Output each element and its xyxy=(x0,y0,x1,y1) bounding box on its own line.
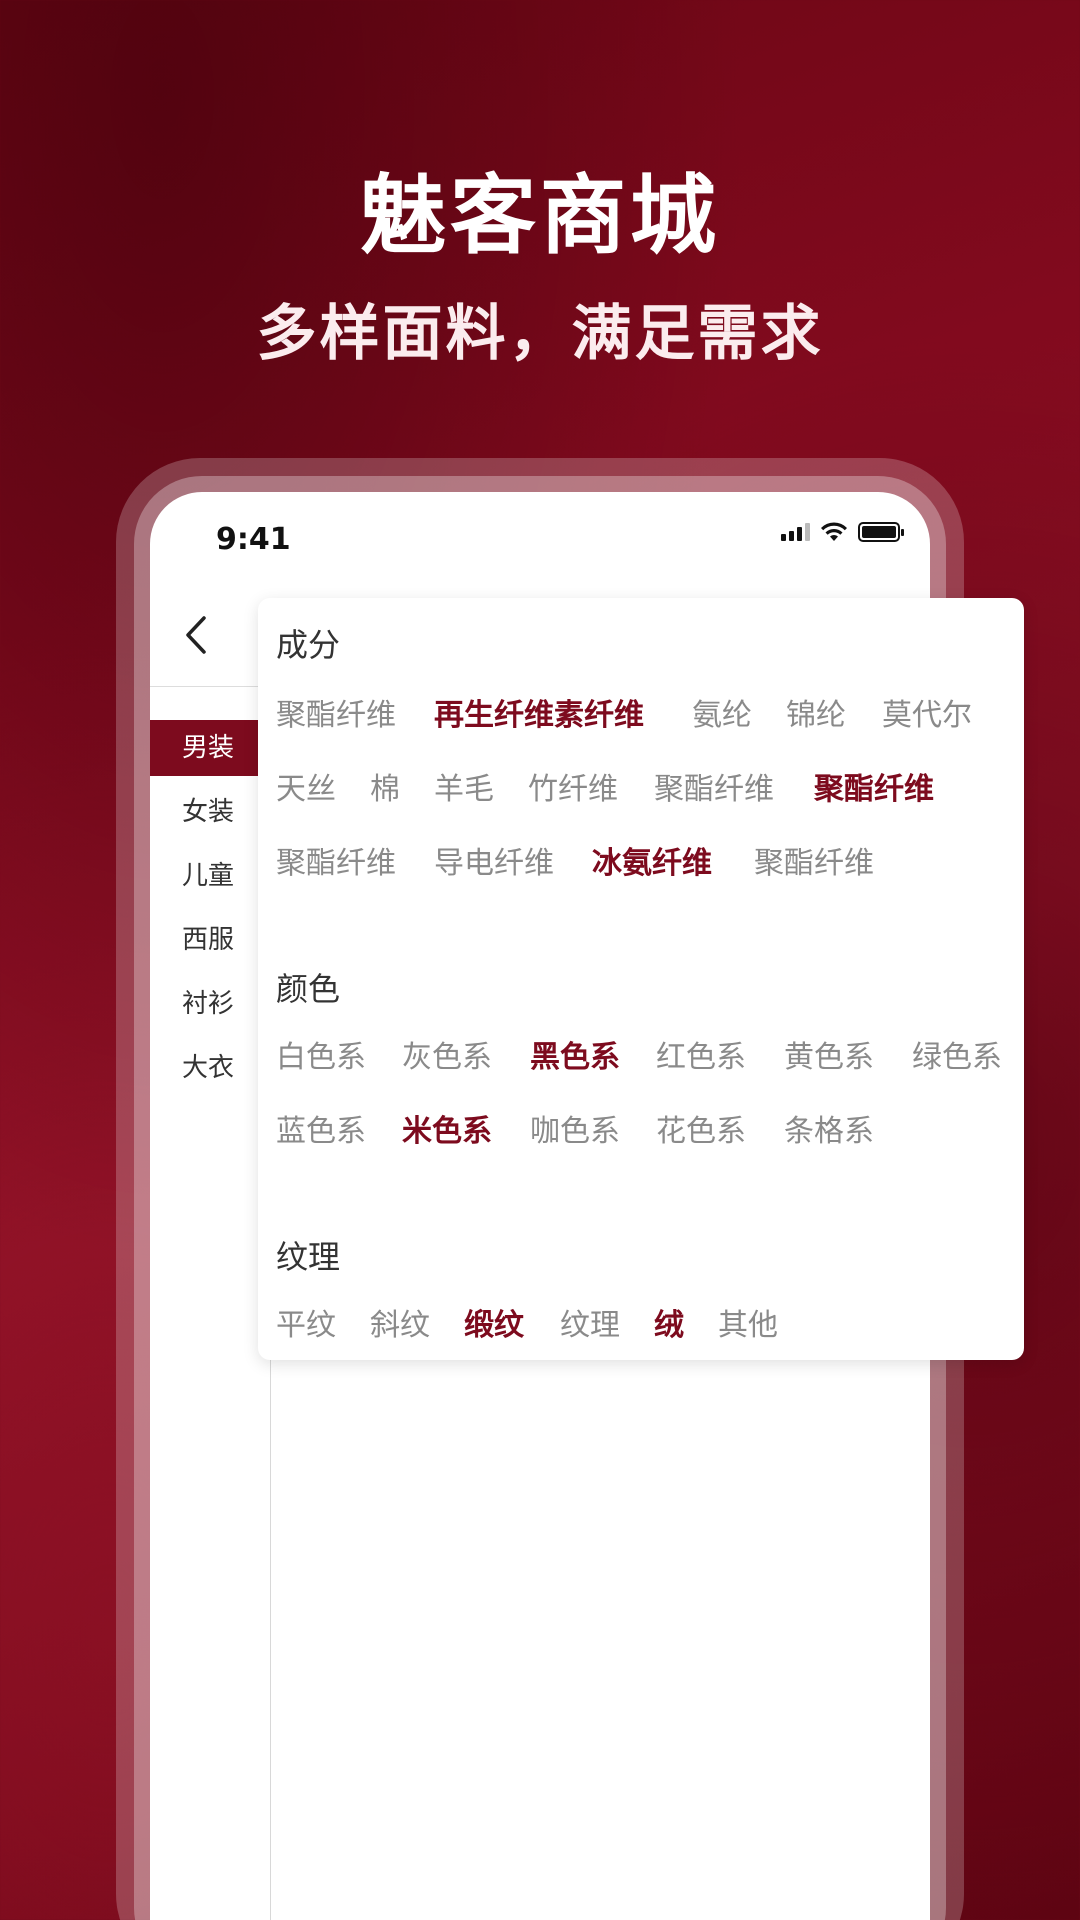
filter-tag[interactable]: 蓝色系 xyxy=(276,1106,366,1150)
filter-tag[interactable]: 咖色系 xyxy=(530,1106,620,1150)
section-title-color: 颜色 xyxy=(276,970,341,1008)
filter-tag[interactable]: 斜纹 xyxy=(370,1300,430,1344)
filter-tag[interactable]: 绒 xyxy=(654,1300,684,1344)
filter-tag[interactable]: 绿色系 xyxy=(912,1032,1002,1076)
filter-tag[interactable]: 棉 xyxy=(370,764,400,808)
sidebar-item-menswear[interactable]: 男装 xyxy=(150,720,258,776)
filter-tag[interactable]: 黑色系 xyxy=(530,1032,620,1076)
filter-tag[interactable]: 再生纤维素纤维 xyxy=(434,690,644,734)
sidebar-item-label: 衬衫 xyxy=(182,989,235,1019)
back-chevron-icon[interactable] xyxy=(178,610,218,660)
filter-tag[interactable]: 聚酯纤维 xyxy=(754,838,874,882)
filter-tag[interactable]: 黄色系 xyxy=(784,1032,874,1076)
filter-tag[interactable]: 聚酯纤维 xyxy=(276,838,396,882)
wifi-icon xyxy=(821,522,847,541)
content-divider xyxy=(270,1282,271,1920)
sidebar-item-label: 儿童 xyxy=(182,861,235,891)
battery-icon xyxy=(858,522,904,542)
filter-tag[interactable]: 其他 xyxy=(718,1300,778,1344)
filter-tag[interactable]: 米色系 xyxy=(402,1106,492,1150)
filter-tag[interactable]: 莫代尔 xyxy=(882,690,972,734)
filter-tag[interactable]: 锦纶 xyxy=(786,690,846,734)
category-sidebar: 男装 女装 儿童 西服 衬衫 大衣 xyxy=(150,720,258,1104)
sidebar-item-children[interactable]: 儿童 xyxy=(150,848,258,904)
filter-tag[interactable]: 缎纹 xyxy=(464,1300,524,1344)
sidebar-item-womenswear[interactable]: 女装 xyxy=(150,784,258,840)
sidebar-item-suits[interactable]: 西服 xyxy=(150,912,258,968)
sidebar-item-label: 男装 xyxy=(182,733,235,763)
filter-tag[interactable]: 冰氨纤维 xyxy=(592,838,712,882)
nav-divider xyxy=(150,686,270,687)
filter-tag[interactable]: 氨纶 xyxy=(692,690,752,734)
filter-tag[interactable]: 灰色系 xyxy=(402,1032,492,1076)
filter-tag[interactable]: 红色系 xyxy=(656,1032,746,1076)
headline-title: 魅客商城 xyxy=(360,166,720,266)
filter-tag[interactable]: 天丝 xyxy=(276,764,336,808)
sidebar-item-shirts[interactable]: 衬衫 xyxy=(150,976,258,1032)
filter-tag[interactable]: 平纹 xyxy=(276,1300,336,1344)
filter-tag[interactable]: 条格系 xyxy=(784,1106,874,1150)
filter-tag[interactable]: 羊毛 xyxy=(434,764,494,808)
sidebar-item-label: 大衣 xyxy=(182,1053,235,1083)
filter-tag[interactable]: 纹理 xyxy=(560,1300,620,1344)
headline-subtitle: 多样面料，满足需求 xyxy=(256,299,824,369)
filter-tag[interactable]: 聚酯纤维 xyxy=(276,690,396,734)
sidebar-item-coats[interactable]: 大衣 xyxy=(150,1040,258,1096)
filter-tag[interactable]: 导电纤维 xyxy=(434,838,554,882)
sidebar-item-label: 西服 xyxy=(182,925,235,955)
filter-tag[interactable]: 花色系 xyxy=(656,1106,746,1150)
cellular-signal-icon xyxy=(781,523,810,541)
filter-tag[interactable]: 竹纤维 xyxy=(528,764,618,808)
status-icons xyxy=(781,522,904,542)
filter-tag[interactable]: 聚酯纤维 xyxy=(654,764,774,808)
section-title-texture: 纹理 xyxy=(276,1238,341,1276)
filter-tag[interactable]: 白色系 xyxy=(276,1032,366,1076)
filter-popup: 成分 聚酯纤维 再生纤维素纤维 氨纶 锦纶 莫代尔 天丝 棉 羊毛 竹纤维 聚酯… xyxy=(258,598,1024,1360)
filter-tag[interactable]: 聚酯纤维 xyxy=(814,764,934,808)
section-title-composition: 成分 xyxy=(276,626,341,664)
sidebar-item-label: 女装 xyxy=(182,797,235,827)
status-time: 9:41 xyxy=(216,522,291,557)
